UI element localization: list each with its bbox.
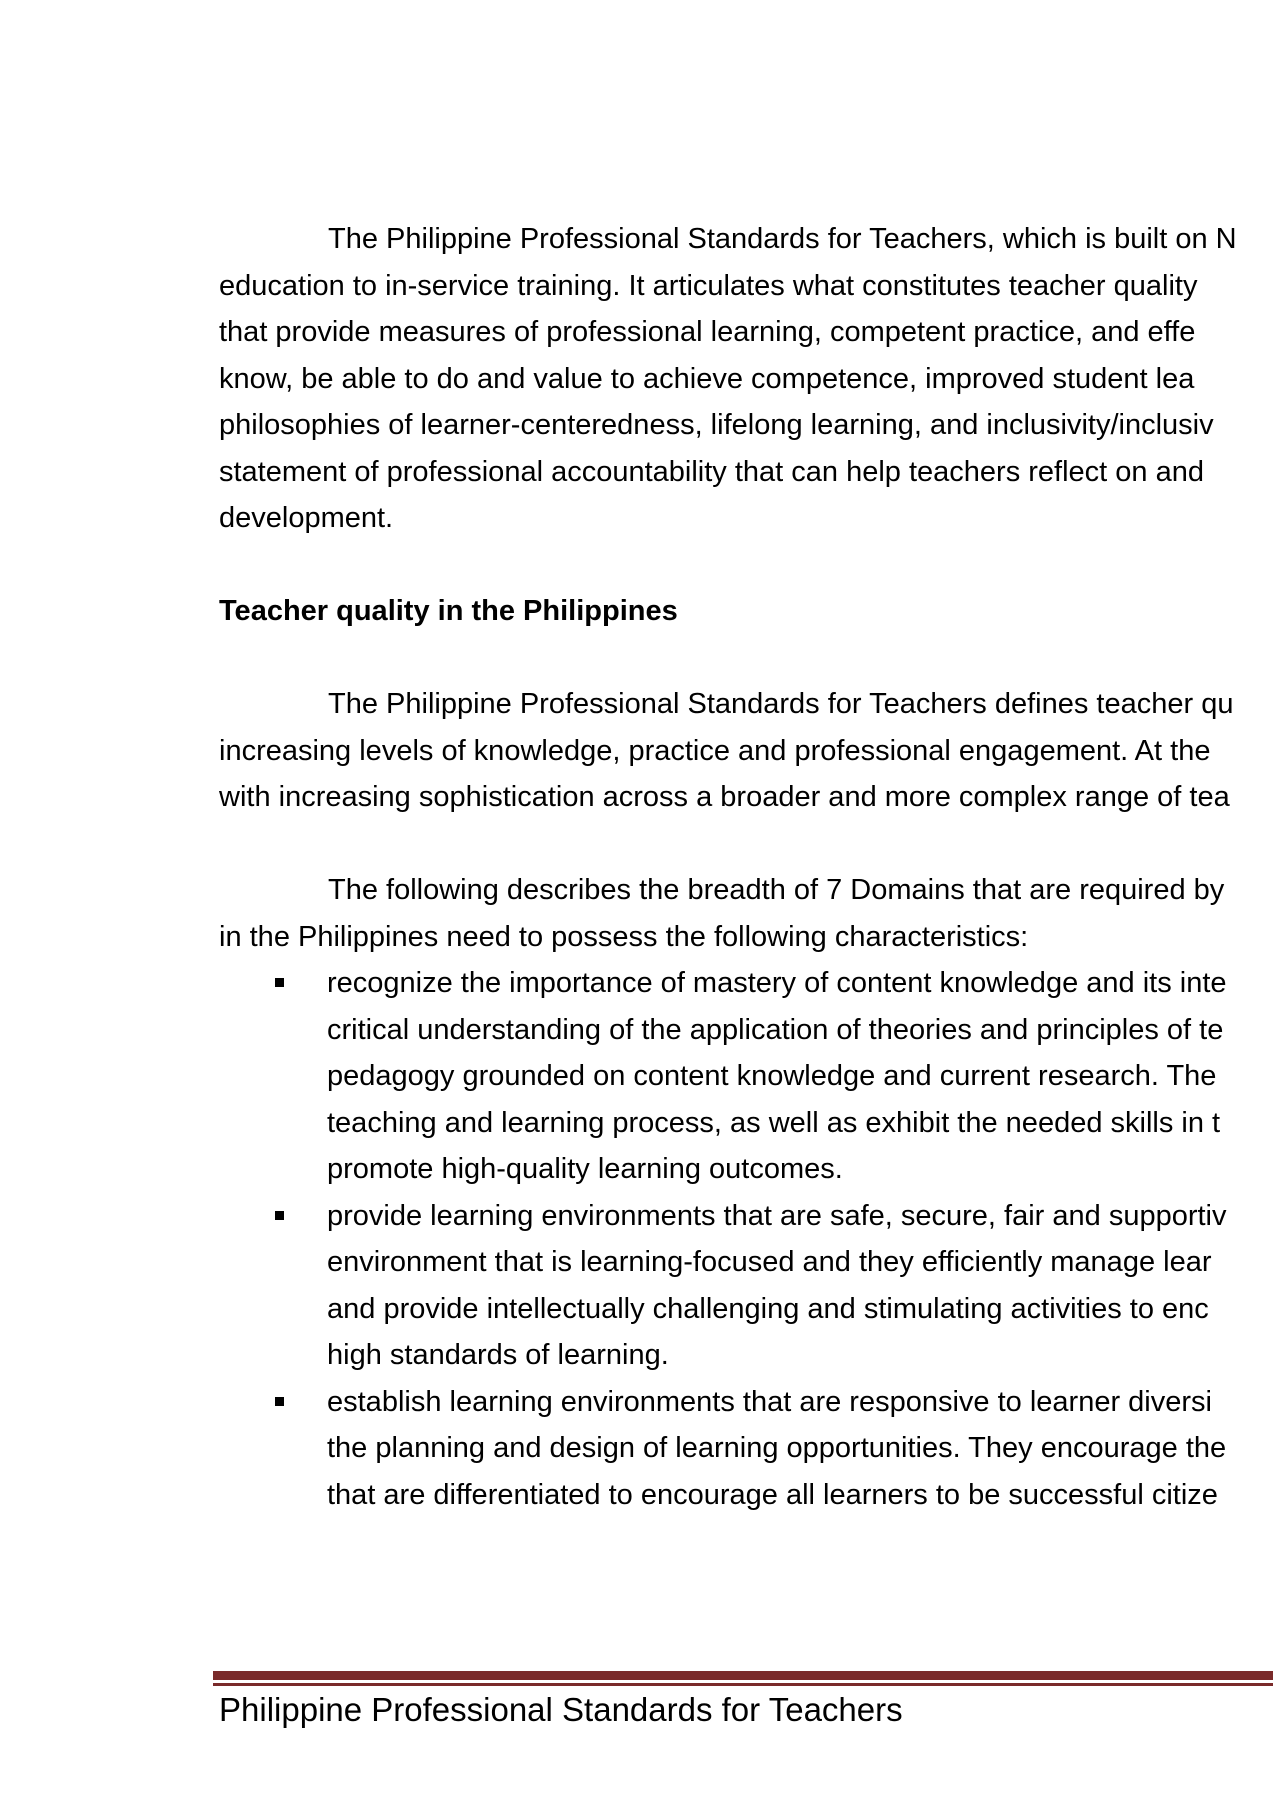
list-item-line: high standards of learning.: [327, 1339, 669, 1371]
list-item-line: promote high-quality learning outcomes.: [327, 1153, 843, 1185]
paragraph-line: The following describes the breadth of 7…: [328, 874, 1225, 906]
paragraph-line: with increasing sophistication across a …: [219, 781, 1230, 813]
list-item-text: establish learning environments that are…: [327, 1385, 1212, 1418]
footer-title: Philippine Professional Standards for Te…: [219, 1691, 903, 1728]
list-item-line: teaching and learning process, as well a…: [327, 1106, 1221, 1139]
list-item: provide learning environments that are s…: [219, 1193, 1273, 1379]
footer-rule-thick: [213, 1671, 1273, 1680]
square-bullet-icon: [275, 1396, 284, 1406]
paragraph-line: statement of professional accountability…: [219, 455, 1204, 488]
paragraph-line: increasing levels of knowledge, practice…: [219, 734, 1211, 767]
list-item-line: provide learning environments that are s…: [219, 1193, 1273, 1240]
paragraph-line: The Philippine Professional Standards fo…: [328, 223, 1237, 255]
list-item-line: pedagogy grounded on content knowledge a…: [327, 1060, 1217, 1092]
square-bullet-icon: [275, 978, 284, 987]
list-item-text: recognize the importance of mastery of c…: [327, 967, 1227, 999]
domains-paragraph: The following describes the breadth of 7…: [219, 867, 1273, 960]
list-item-text: provide learning environments that are s…: [327, 1199, 1227, 1232]
paragraph-line: development.: [219, 502, 394, 534]
document-page: The Philippine Professional Standards fo…: [0, 0, 1273, 1800]
paragraph-line: that provide measures of professional le…: [219, 316, 1196, 348]
intro-paragraph: The Philippine Professional Standards fo…: [219, 216, 1273, 542]
list-item: recognize the importance of mastery of c…: [219, 960, 1273, 1193]
footer-rule-thin: [213, 1683, 1273, 1686]
section-heading: Teacher quality in the Philippines: [219, 595, 678, 627]
list-item-line: establish learning environments that are…: [219, 1379, 1273, 1426]
paragraph-line: philosophies of learner-centeredness, li…: [219, 409, 1214, 441]
page-content: The Philippine Professional Standards fo…: [219, 216, 1273, 1518]
list-item-line: and provide intellectually challenging a…: [327, 1292, 1209, 1325]
list-item-line: the planning and design of learning oppo…: [327, 1432, 1227, 1464]
paragraph-line: The Philippine Professional Standards fo…: [328, 688, 1234, 720]
paragraph-line: education to in-service training. It art…: [219, 269, 1198, 302]
paragraph-line: in the Philippines need to possess the f…: [219, 920, 1029, 953]
paragraph-line: know, be able to do and value to achieve…: [219, 362, 1195, 395]
list-item-line: critical understanding of the applicatio…: [327, 1013, 1224, 1046]
list-item-line: recognize the importance of mastery of c…: [219, 960, 1273, 1007]
list-item-line: that are differentiated to encourage all…: [327, 1478, 1218, 1511]
list-item-line: environment that is learning-focused and…: [327, 1246, 1212, 1278]
square-bullet-icon: [275, 1210, 284, 1220]
quality-paragraph: The Philippine Professional Standards fo…: [219, 681, 1273, 821]
characteristics-list: recognize the importance of mastery of c…: [219, 960, 1273, 1518]
list-item: establish learning environments that are…: [219, 1379, 1273, 1519]
